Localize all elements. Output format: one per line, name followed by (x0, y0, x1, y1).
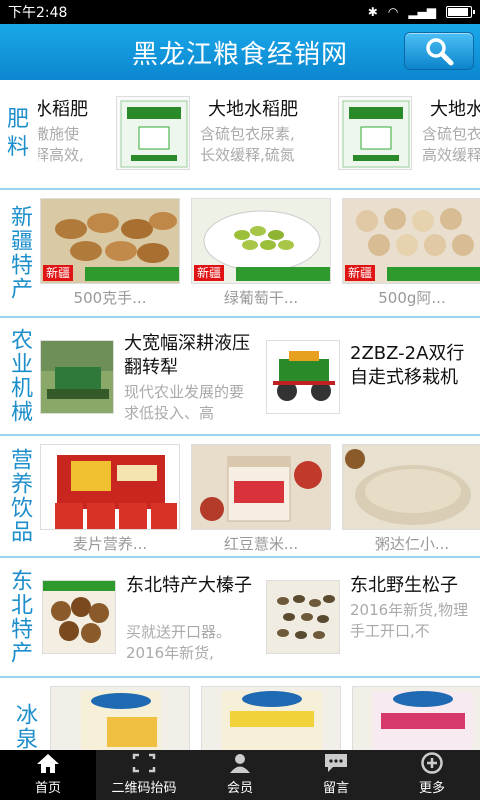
product-card[interactable] (50, 686, 190, 750)
status-icons: ✱ ◠ ▂▄▆ (367, 5, 475, 19)
product-image (201, 686, 341, 750)
search-icon (426, 38, 454, 66)
page-title: 黑龙江粮食经销网 (131, 39, 348, 70)
product-card[interactable]: 新疆 500g阿... (342, 198, 480, 308)
product-image (191, 444, 331, 530)
section-label[interactable]: 农业机械 (0, 318, 38, 434)
message-icon (325, 754, 347, 772)
more-icon (421, 752, 443, 774)
nav-label: 留言 (322, 781, 349, 796)
product-image (42, 580, 116, 654)
member-icon (230, 754, 250, 773)
section-xinjiang: 新疆特产 新疆 500克手... 新疆 绿葡萄干... 新疆 500g阿... (0, 190, 480, 318)
bottom-nav: 首页 二维码抬码 会员 留言 更多 (0, 750, 480, 800)
product-tag: 新疆 (194, 265, 225, 281)
nav-label: 会员 (226, 781, 253, 796)
product-name: 红豆薏米... (223, 535, 299, 553)
product-image (266, 580, 340, 654)
app-header: 黑龙江粮食经销网 (0, 24, 480, 80)
product-card[interactable] (352, 686, 480, 750)
product-title: 水稻肥 (38, 99, 88, 120)
bluetooth-icon: ✱ (367, 5, 378, 19)
product-image: 新疆 (40, 198, 180, 284)
nav-label: 二维码抬码 (111, 781, 177, 796)
product-card[interactable]: 麦片营养... (40, 444, 180, 554)
section-label[interactable]: 营养饮品 (0, 436, 38, 556)
product-image: 新疆 (342, 198, 480, 284)
status-time: 下午2:48 (8, 5, 68, 21)
product-name: 绿葡萄干... (223, 289, 299, 307)
product-title: 东北特产大榛子 (126, 575, 252, 596)
product-desc: 2016年新货,物理手工开口,不 (350, 601, 468, 640)
product-card[interactable]: 粥达仁小... (342, 444, 480, 554)
product-name: 500g阿... (378, 289, 446, 307)
product-image (40, 444, 180, 530)
product-image (266, 340, 340, 414)
product-image (116, 96, 190, 170)
section-label[interactable]: 肥料 (0, 80, 38, 188)
content-scroll[interactable]: 肥料 水稻肥 撒施使 释高效, 大地水稻肥 含硫包衣尿素, 长效缓释,硫氮 大地… (0, 80, 480, 750)
nav-home[interactable]: 首页 (0, 750, 96, 800)
product-name: 麦片营养... (72, 535, 148, 553)
product-item[interactable]: 大地水稻肥 含硫包衣尿素, 长效缓释,硫氮 (116, 80, 336, 188)
product-image (342, 444, 480, 530)
product-image (40, 340, 114, 414)
product-desc: 长效缓释,硫氮 (200, 146, 295, 164)
product-desc: 高效缓释 (422, 146, 480, 164)
section-drinks: 营养饮品 麦片营养... 红豆薏米... 粥达仁小... (0, 436, 480, 558)
nav-member[interactable]: 会员 (192, 750, 288, 800)
product-title: 东北野生松子 (350, 575, 458, 596)
section-label[interactable]: 冰泉 (0, 678, 38, 750)
product-desc: 买就送开口器。2016年新货, (126, 623, 232, 662)
product-image (352, 686, 480, 750)
signal-icon: ▂▄▆ (408, 5, 436, 19)
nav-more[interactable]: 更多 (384, 750, 480, 800)
battery-icon (446, 6, 475, 18)
product-item[interactable]: 大地水 含硫包衣 高效缓释 (338, 80, 480, 188)
search-button[interactable] (404, 32, 474, 70)
section-label[interactable]: 东北特产 (0, 558, 38, 676)
product-image (338, 96, 412, 170)
product-desc: 含硫包衣 (422, 125, 480, 143)
home-icon (37, 754, 59, 773)
product-tag: 新疆 (43, 265, 74, 281)
qr-scan-icon (132, 753, 156, 773)
section-fertilizer: 肥料 水稻肥 撒施使 释高效, 大地水稻肥 含硫包衣尿素, 长效缓释,硫氮 大地… (0, 80, 480, 190)
product-title: 大地水 (430, 99, 480, 120)
section-icespring: 冰泉 (0, 678, 480, 750)
product-card[interactable]: 新疆 500克手... (40, 198, 180, 308)
product-title: 大地水稻肥 (208, 99, 298, 120)
nav-message[interactable]: 留言 (288, 750, 384, 800)
product-desc: 含硫包衣尿素, (200, 125, 295, 143)
product-item[interactable]: 大宽幅深耕液压翻转犁 现代农业发展的要求低投入、高 (40, 318, 260, 434)
product-card[interactable] (201, 686, 341, 750)
product-name: 粥达仁小... (374, 535, 450, 553)
nav-label: 首页 (34, 781, 61, 796)
product-image: 新疆 (191, 198, 331, 284)
nav-qr-scan[interactable]: 二维码抬码 (96, 750, 192, 800)
nav-label: 更多 (418, 781, 445, 796)
product-desc: 撒施使 (38, 125, 80, 143)
product-image (50, 686, 190, 750)
product-title: 大宽幅深耕液压翻转犁 (124, 333, 250, 378)
product-title: 2ZBZ-2A双行自走式移栽机 (350, 343, 465, 388)
product-card[interactable]: 新疆 绿葡萄干... (191, 198, 331, 308)
section-label[interactable]: 新疆特产 (0, 190, 38, 316)
section-northeast: 东北特产 东北特产大榛子 买就送开口器。2016年新货, 东北野生松子 2016… (0, 558, 480, 678)
product-desc: 现代农业发展的要求低投入、高 (124, 383, 245, 422)
status-bar: 下午2:48 ✱ ◠ ▂▄▆ (0, 0, 480, 24)
product-item[interactable]: 水稻肥 撒施使 释高效, (38, 80, 114, 188)
product-item[interactable]: 2ZBZ-2A双行自走式移栽机 (266, 318, 480, 434)
product-card[interactable]: 红豆薏米... (191, 444, 331, 554)
product-name: 500克手... (73, 289, 147, 307)
product-item[interactable]: 东北特产大榛子 买就送开口器。2016年新货, (42, 558, 262, 676)
product-item[interactable]: 东北野生松子 2016年新货,物理手工开口,不 (266, 558, 480, 676)
product-desc: 释高效, (38, 146, 84, 164)
product-tag: 新疆 (345, 265, 376, 281)
section-machinery: 农业机械 大宽幅深耕液压翻转犁 现代农业发展的要求低投入、高 2ZBZ-2A双行… (0, 318, 480, 436)
wifi-icon: ◠ (387, 5, 399, 19)
